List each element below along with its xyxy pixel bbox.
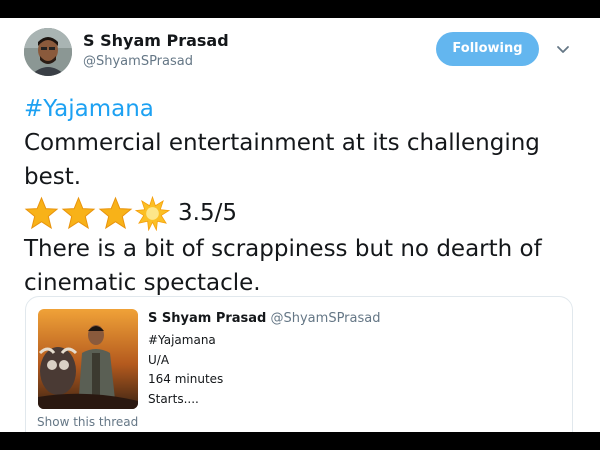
- avatar[interactable]: [24, 28, 72, 76]
- quoted-display-name[interactable]: S Shyam Prasad: [148, 311, 266, 326]
- tweet-text: #Yajamana Commercial entertainment at it…: [24, 92, 584, 300]
- display-name[interactable]: S Shyam Prasad: [83, 31, 229, 50]
- hashtag-link[interactable]: #Yajamana: [24, 96, 154, 122]
- quoted-text: #Yajamana U/A 164 minutes Starts....: [148, 331, 223, 409]
- chevron-down-icon[interactable]: [555, 41, 571, 57]
- quoted-header: S Shyam Prasad @ShyamSPrasad: [148, 311, 380, 326]
- quoted-line: 164 minutes: [148, 372, 224, 387]
- show-thread-link[interactable]: Show this thread: [37, 415, 138, 429]
- star-icon: [98, 196, 133, 229]
- tweet-line-1: Commercial entertainment at its challeng…: [24, 130, 540, 190]
- quoted-handle[interactable]: @ShyamSPrasad: [271, 311, 381, 326]
- quoted-tweet[interactable]: S Shyam Prasad @ShyamSPrasad #Yajamana U…: [25, 296, 573, 432]
- half-star-icon: [135, 195, 170, 231]
- star-icon: [61, 196, 96, 229]
- quoted-line: Starts....: [148, 391, 199, 406]
- star-rating: [24, 195, 170, 231]
- star-icon: [24, 196, 59, 229]
- rating-score: 3.5/5: [178, 200, 237, 226]
- tweet-card: S Shyam Prasad @ShyamSPrasad Following #…: [0, 18, 600, 432]
- quoted-line: U/A: [148, 352, 170, 367]
- quoted-line: #Yajamana: [148, 333, 216, 347]
- following-button[interactable]: Following: [436, 32, 539, 66]
- tweet-line-2: There is a bit of scrappiness but no dea…: [24, 236, 542, 296]
- movie-poster-image[interactable]: [38, 309, 138, 409]
- rating-line: 3.5/5: [24, 194, 584, 232]
- user-handle[interactable]: @ShyamSPrasad: [83, 54, 193, 69]
